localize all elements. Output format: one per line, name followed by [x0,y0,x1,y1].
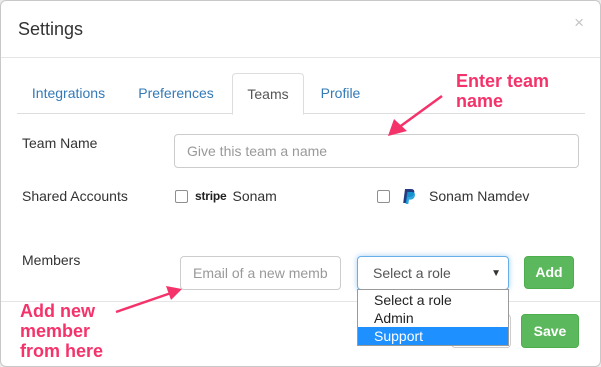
annotation-add-member: Add new member from here [20,301,104,361]
settings-modal: Settings × Integrations Preferences Team… [0,0,601,367]
arrow-icon [388,94,443,136]
